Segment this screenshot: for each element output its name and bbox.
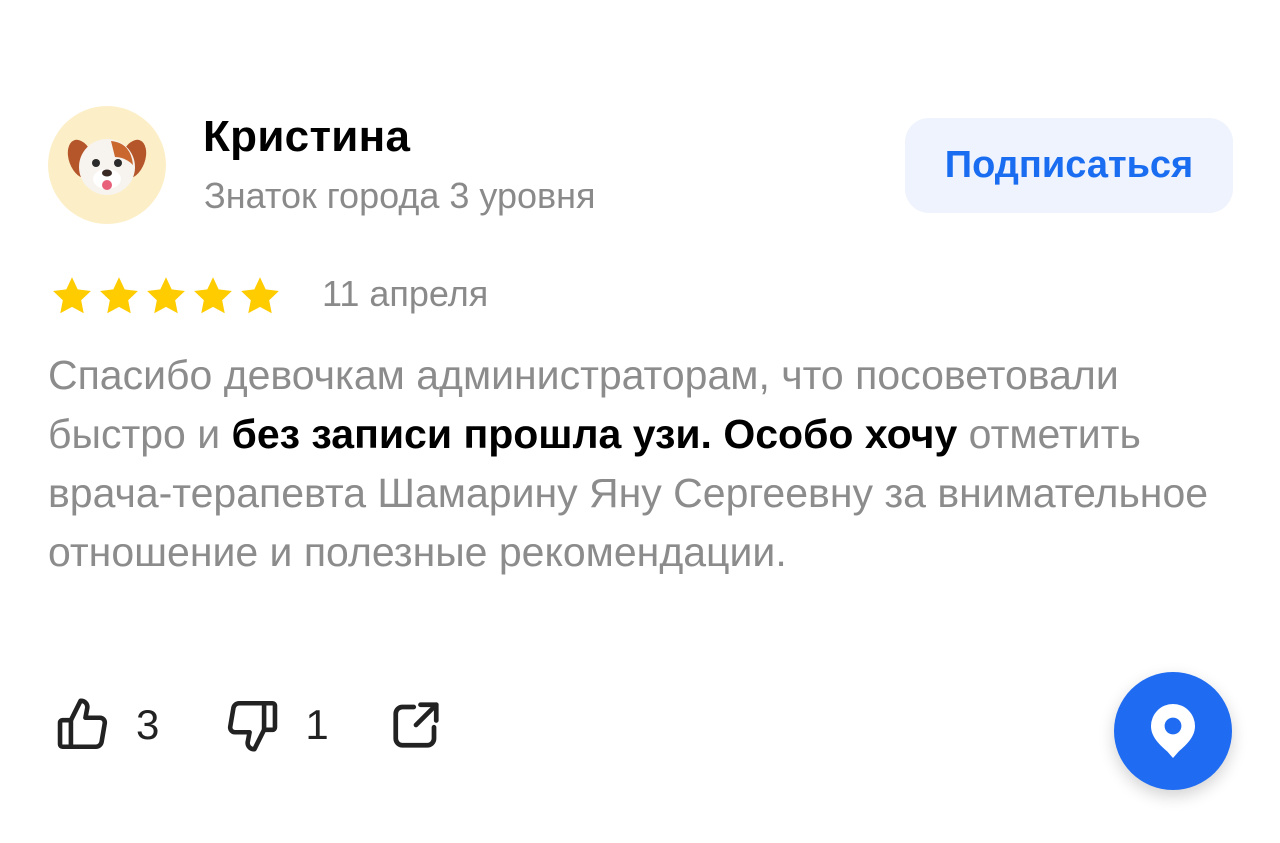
star-icon	[53, 277, 91, 314]
dislike-button[interactable]: 1	[223, 696, 329, 754]
subscribe-button[interactable]: Подписаться	[905, 118, 1233, 213]
puppy-emoji-icon	[67, 139, 147, 195]
author-name[interactable]: Кристина	[203, 112, 410, 162]
star-icon	[100, 277, 138, 314]
map-pin-icon	[1151, 704, 1195, 758]
rating-stars	[50, 274, 282, 318]
review-text-part	[712, 411, 723, 457]
avatar[interactable]	[48, 106, 166, 224]
map-location-button[interactable]	[1114, 672, 1232, 790]
star-icon	[194, 277, 232, 314]
star-icon	[241, 277, 279, 314]
share-icon	[393, 702, 439, 748]
like-count: 3	[136, 701, 160, 748]
dislike-count: 1	[305, 701, 329, 748]
review-date: 11 апреля	[322, 273, 489, 314]
share-button[interactable]	[389, 698, 443, 752]
review-text: Спасибо девочкам администраторам, что по…	[48, 346, 1238, 582]
thumbs-up-icon	[57, 698, 108, 750]
review-text-highlight: без записи прошла узи.	[231, 411, 712, 457]
thumbs-down-icon	[228, 700, 278, 752]
review-text-highlight: Особо хочу	[723, 411, 958, 457]
review-actions: 3 1	[54, 696, 443, 754]
author-level: Знаток города 3 уровня	[204, 175, 596, 216]
like-button[interactable]: 3	[54, 696, 159, 754]
star-icon	[147, 277, 185, 314]
review-card: Кристина Знаток города 3 уровня Подписат…	[0, 0, 1280, 843]
